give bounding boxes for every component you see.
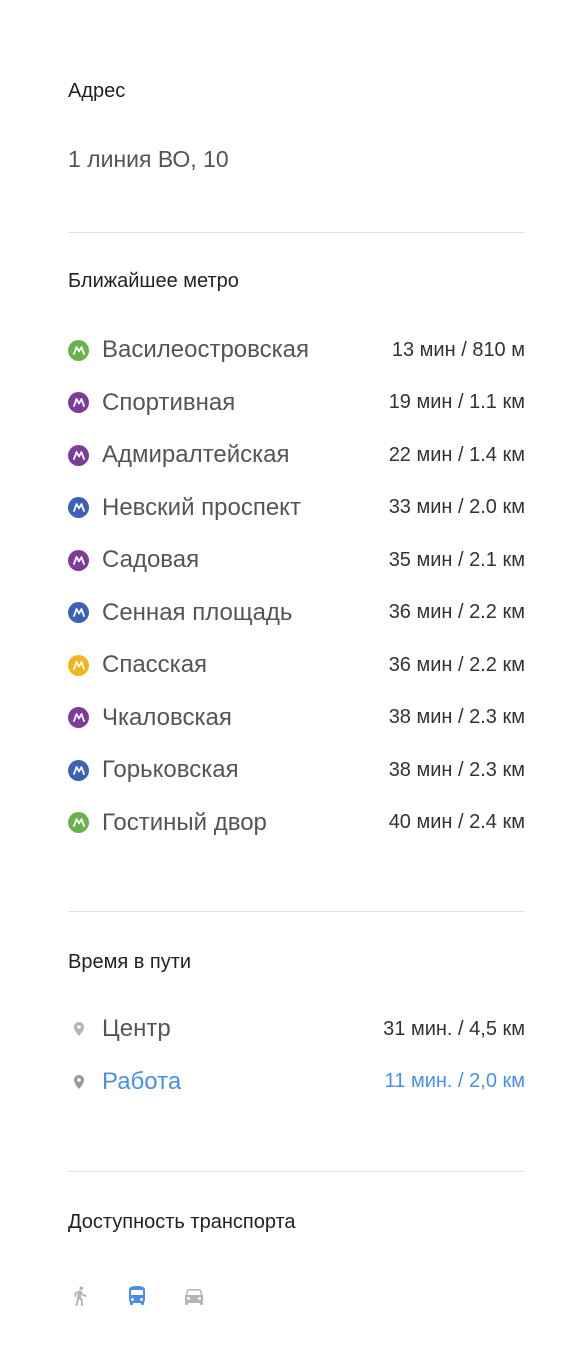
metro-station-name: Спортивная xyxy=(102,388,236,416)
metro-icon xyxy=(68,339,89,361)
metro-title: Ближайшее метро xyxy=(68,270,239,292)
metro-station-time: 38 мин / 2.3 км xyxy=(388,758,525,781)
transport-modes xyxy=(68,1284,239,1308)
travel-place-row[interactable]: Работа 11 мин. / 2,0 км xyxy=(68,1067,525,1097)
metro-station-time: 36 мин / 2.2 км xyxy=(388,601,525,623)
address-value: 1 линия ВО, 10 xyxy=(68,146,229,172)
metro-icon xyxy=(68,497,89,518)
travel-place-time: 31 мин. / 4,5 км xyxy=(383,1017,525,1040)
metro-icon xyxy=(68,759,89,781)
metro-station-name: Чкаловская xyxy=(102,703,232,731)
walk-icon[interactable] xyxy=(68,1284,92,1308)
metro-icon xyxy=(68,654,89,676)
metro-icon xyxy=(68,549,89,571)
metro-station-name: Невский проспект xyxy=(102,493,301,521)
metro-station-time: 38 мин / 2.3 км xyxy=(388,706,525,728)
metro-station-time: 22 мин / 1.4 км xyxy=(388,443,525,466)
travel-place-name: Работа xyxy=(102,1067,182,1095)
metro-station-row[interactable]: Адмиралтейская 22 мин / 1.4 км xyxy=(68,440,525,470)
travel-place-row[interactable]: Центр 31 мин. / 4,5 км xyxy=(68,1014,525,1044)
metro-station-time: 40 мин / 2.4 км xyxy=(388,811,525,833)
divider xyxy=(68,911,525,912)
metro-station-time: 36 мин / 2.2 км xyxy=(388,653,525,676)
car-icon[interactable] xyxy=(182,1284,206,1308)
metro-station-name: Сенная площадь xyxy=(102,598,293,626)
metro-station-row[interactable]: Горьковская 38 мин / 2.3 км xyxy=(68,755,525,785)
metro-station-time: 13 мин / 810 м xyxy=(391,338,525,361)
metro-station-name: Адмиралтейская xyxy=(102,441,290,468)
metro-station-row[interactable]: Садовая 35 мин / 2.1 км xyxy=(68,545,525,575)
metro-station-row[interactable]: Гостиный двор 40 мин / 2.4 км xyxy=(68,808,525,838)
travel-title: Время в пути xyxy=(68,951,192,973)
bus-icon[interactable] xyxy=(125,1284,149,1308)
metro-station-row[interactable]: Невский проспект 33 мин / 2.0 км xyxy=(68,493,525,523)
metro-station-row[interactable]: Спасская 36 мин / 2.2 км xyxy=(68,650,525,680)
divider xyxy=(68,232,525,233)
metro-station-name: Садовая xyxy=(102,546,200,573)
metro-station-name: Спасская xyxy=(102,651,208,678)
divider xyxy=(68,1171,525,1172)
metro-station-row[interactable]: Спортивная 19 мин / 1.1 км xyxy=(68,388,525,418)
metro-station-name: Горьковская xyxy=(102,756,239,783)
metro-icon xyxy=(68,602,89,623)
metro-station-row[interactable]: Василеостровская 13 мин / 810 м xyxy=(68,335,525,365)
metro-station-row[interactable]: Чкаловская 38 мин / 2.3 км xyxy=(68,703,525,733)
metro-icon xyxy=(68,392,89,413)
travel-place-time: 11 мин. / 2,0 км xyxy=(384,1070,525,1092)
metro-station-name: Гостиный двор xyxy=(102,808,267,836)
metro-station-time: 35 мин / 2.1 км xyxy=(388,548,525,571)
metro-station-row[interactable]: Сенная площадь 36 мин / 2.2 км xyxy=(68,598,525,628)
metro-icon xyxy=(68,707,89,728)
location-pin-icon xyxy=(68,1022,89,1036)
metro-icon xyxy=(68,444,89,466)
metro-station-time: 19 мин / 1.1 км xyxy=(388,391,525,413)
transport-title: Доступность транспорта xyxy=(68,1211,296,1233)
metro-station-time: 33 мин / 2.0 км xyxy=(388,496,525,518)
metro-icon xyxy=(68,812,89,833)
metro-station-name: Василеостровская xyxy=(102,336,309,363)
travel-place-name: Центр xyxy=(102,1015,171,1042)
address-title: Адрес xyxy=(68,80,126,102)
location-pin-icon xyxy=(68,1074,89,1089)
